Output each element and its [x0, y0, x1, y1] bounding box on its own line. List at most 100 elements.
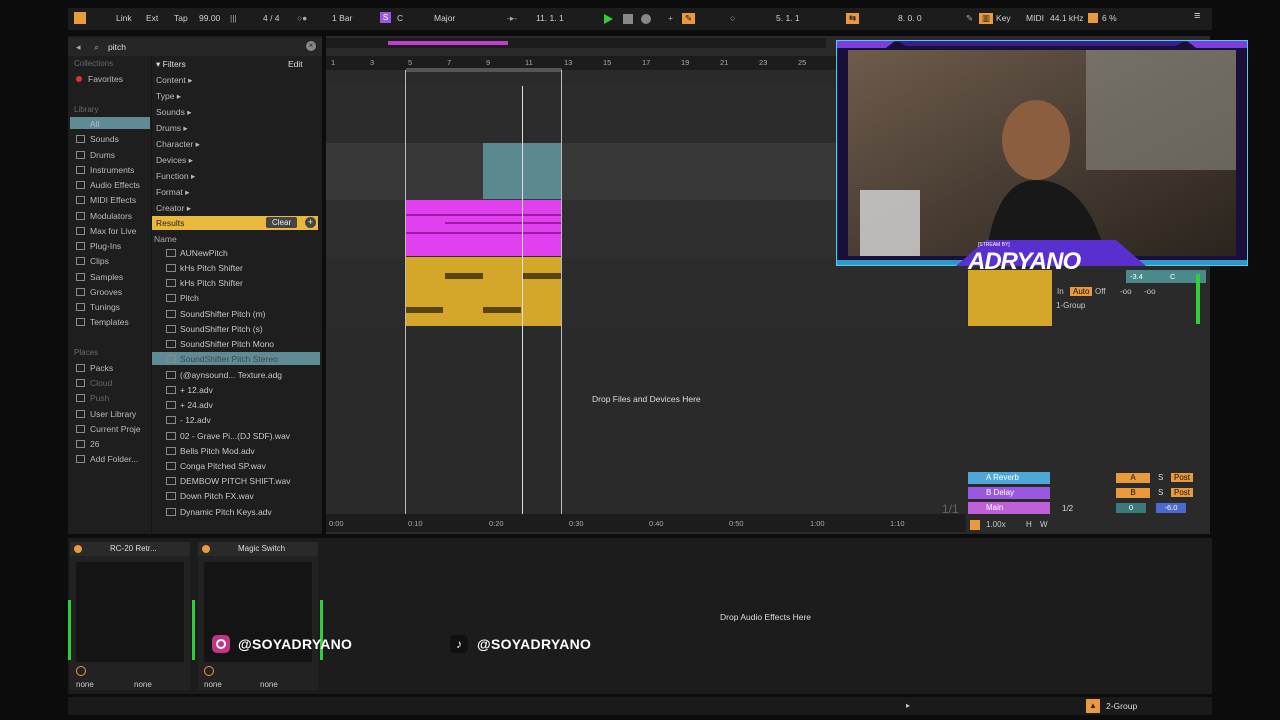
filter-devices[interactable]: Devices ▸ — [156, 155, 193, 166]
monitor-in-button[interactable]: In — [1057, 287, 1064, 296]
filter-character[interactable]: Character ▸ — [156, 139, 200, 150]
edit-filters-button[interactable]: Edit — [288, 59, 303, 69]
back-icon[interactable]: ◂ — [76, 42, 81, 53]
result-item[interactable]: AUNewPitch — [166, 248, 228, 258]
stop-icon[interactable] — [623, 14, 633, 24]
app-menu-icon[interactable] — [74, 12, 86, 24]
send-a-button[interactable]: A — [1116, 473, 1150, 483]
return-track-b[interactable]: B Delay — [968, 487, 1050, 499]
sidebar-item-audio-effects[interactable]: Audio Effects — [76, 180, 140, 190]
result-item[interactable]: kHs Pitch Shifter — [166, 278, 243, 288]
solo-a-button[interactable]: S — [1158, 473, 1163, 482]
solo-b-button[interactable]: S — [1158, 488, 1163, 497]
sidebar-item-modulators[interactable]: Modulators — [76, 211, 132, 221]
result-item[interactable]: 02 - Grave Pi...(DJ SDF).wav — [166, 431, 290, 441]
add-filter-icon[interactable]: + — [305, 217, 316, 228]
post-a-button[interactable]: Post — [1171, 473, 1194, 482]
filter-creator[interactable]: Creator ▸ — [156, 203, 191, 214]
sidebar-item-push[interactable]: Push — [76, 393, 109, 403]
filter-sounds[interactable]: Sounds ▸ — [156, 107, 191, 118]
result-item[interactable]: SoundShifter Pitch (m) — [166, 309, 266, 319]
device-magic-switch[interactable]: Magic Switch none none — [198, 542, 318, 690]
macro-select[interactable]: none — [204, 680, 222, 689]
sidebar-item-instruments[interactable]: Instruments — [76, 165, 134, 175]
sidebar-item-samples[interactable]: Samples — [76, 272, 123, 282]
filter-content[interactable]: Content ▸ — [156, 75, 192, 86]
play-icon[interactable] — [604, 14, 613, 24]
overview-bar[interactable] — [326, 38, 826, 48]
sidebar-item-clips[interactable]: Clips — [76, 256, 109, 266]
filter-function[interactable]: Function ▸ — [156, 171, 195, 182]
loop-toggle-icon[interactable]: ⇆ — [846, 13, 860, 24]
post-b-button[interactable]: Post — [1171, 488, 1194, 497]
device-rc20[interactable]: RC-20 Retr... none none — [70, 542, 190, 690]
scale-mode-select[interactable]: Major — [434, 13, 455, 23]
macro-select[interactable]: none — [134, 680, 152, 689]
loop-length-field[interactable]: 8. 0. 0 — [898, 13, 922, 23]
h-button[interactable]: H — [1026, 520, 1032, 529]
result-item[interactable]: + 24.adv — [166, 400, 213, 410]
sidebar-item-sounds[interactable]: Sounds — [76, 134, 119, 144]
send-b-button[interactable]: B — [1116, 488, 1150, 498]
main-track[interactable]: Main — [968, 502, 1050, 514]
w-button[interactable]: W — [1040, 520, 1048, 529]
result-item[interactable]: Dynamic Pitch Keys.adv — [166, 507, 272, 517]
automation-arm-icon[interactable]: ✎ — [682, 13, 696, 24]
filters-header[interactable]: ▾ Filters — [156, 59, 186, 70]
filter-type[interactable]: Type ▸ — [156, 91, 181, 102]
midi-clip[interactable] — [405, 257, 562, 326]
main-pan[interactable]: 0 — [1116, 503, 1146, 513]
name-column-header[interactable]: Name — [154, 234, 177, 244]
keyboard-icon[interactable]: ▥ — [979, 13, 994, 24]
link-button[interactable]: Link — [116, 13, 132, 23]
metronome-icon[interactable]: ||| — [230, 13, 237, 23]
sidebar-item-packs[interactable]: Packs — [76, 363, 113, 373]
sidebar-item-drums[interactable]: Drums — [76, 150, 115, 160]
monitor-off-button[interactable]: Off — [1095, 287, 1106, 296]
play-small-icon[interactable]: ▸ — [906, 701, 910, 710]
sidebar-item-all[interactable]: All — [90, 119, 99, 129]
result-item[interactable]: DEMBOW PITCH SHIFT.wav — [166, 476, 291, 486]
track-group-select[interactable]: 1-Group — [1056, 301, 1085, 310]
loop-brace[interactable] — [406, 68, 562, 72]
draw-mode-icon[interactable]: ✎ — [966, 13, 973, 24]
zoom-icon[interactable] — [970, 520, 980, 530]
zoom-value[interactable]: 1.00x — [986, 520, 1006, 529]
result-item[interactable]: SoundShifter Pitch (s) — [166, 324, 263, 334]
power-icon[interactable] — [202, 545, 210, 553]
result-item[interactable]: (@aynsound... Texture.adg — [166, 370, 282, 380]
tap-button[interactable]: Tap — [174, 13, 188, 23]
loop-icon[interactable]: ○ — [730, 13, 735, 23]
search-input[interactable]: pitch — [108, 42, 126, 52]
overdub-icon[interactable]: + — [668, 13, 673, 23]
result-item[interactable]: SoundShifter Pitch Mono — [166, 339, 274, 349]
midi-map-button[interactable]: MIDI — [1026, 13, 1044, 23]
macro-select[interactable]: none — [76, 680, 94, 689]
sidebar-item-templates[interactable]: Templates — [76, 317, 129, 327]
ext-button[interactable]: Ext — [146, 13, 158, 23]
scale-icon[interactable]: S — [380, 12, 391, 23]
loop-start-marker[interactable] — [405, 70, 406, 514]
knob-icon[interactable] — [204, 666, 214, 676]
track-volume[interactable]: -3.4 C — [1126, 270, 1206, 283]
sidebar-item-plugins[interactable]: Plug-Ins — [76, 241, 121, 251]
sidebar-item-26[interactable]: 26 — [76, 439, 99, 449]
sidebar-item-current-project[interactable]: Current Proje — [76, 424, 141, 434]
result-item[interactable]: - 12.adv — [166, 415, 211, 425]
loop-end-marker[interactable] — [561, 70, 562, 514]
sidebar-item-tunings[interactable]: Tunings — [76, 302, 120, 312]
track-color-strip[interactable] — [968, 270, 1052, 326]
knob-icon[interactable] — [76, 666, 86, 676]
clear-search-icon[interactable]: × — [306, 41, 316, 51]
result-item-selected[interactable]: SoundShifter Pitch Stereo — [166, 354, 278, 364]
midi-clip[interactable] — [405, 200, 562, 256]
result-item[interactable]: Bells Pitch Mod.adv — [166, 446, 255, 456]
main-volume[interactable]: -6.0 — [1156, 503, 1186, 513]
follow-icon[interactable]: ○● — [297, 13, 307, 23]
sidebar-item-favorites[interactable]: Favorites — [76, 74, 123, 84]
playhead[interactable] — [522, 86, 523, 514]
macro-select[interactable]: none — [260, 680, 278, 689]
sidebar-item-midi-effects[interactable]: MIDI Effects — [76, 195, 136, 205]
sidebar-item-cloud[interactable]: Cloud — [76, 378, 112, 388]
menu-icon[interactable]: ≡ — [1194, 10, 1200, 22]
